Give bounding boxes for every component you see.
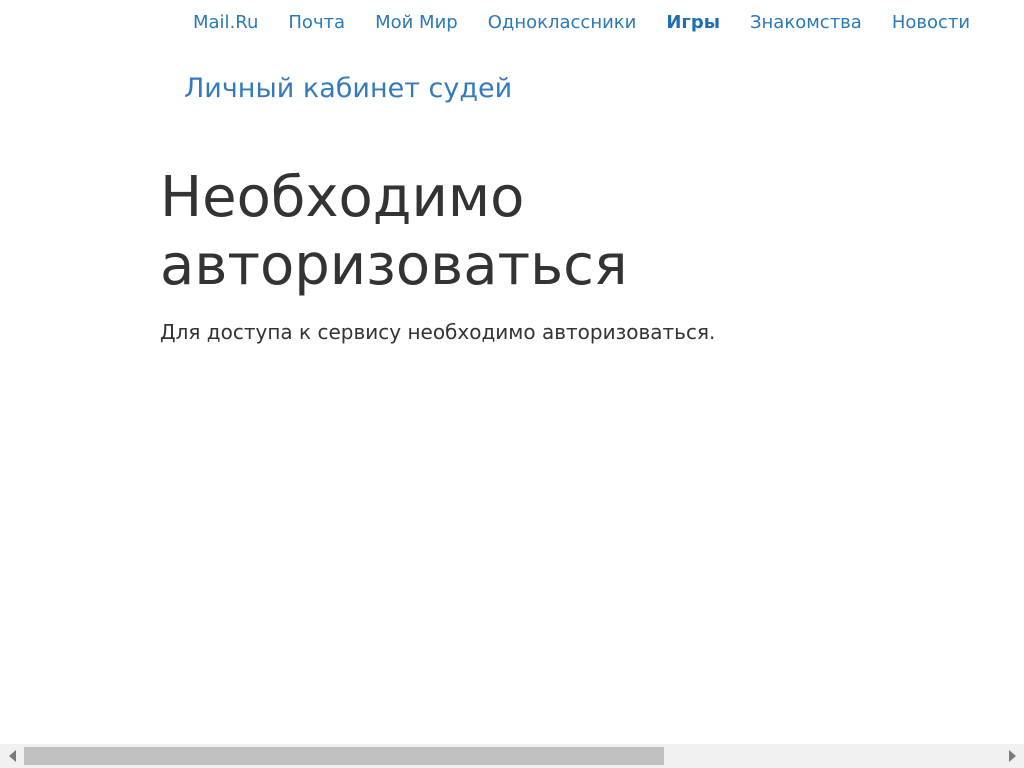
horizontal-scrollbar[interactable] (0, 744, 1024, 768)
auth-message: Для доступа к сервису необходимо авториз… (160, 320, 716, 344)
scrollbar-thumb[interactable] (24, 747, 664, 765)
nav-link-znakomstva[interactable]: Знакомства (750, 11, 862, 35)
page: Mail.Ru Почта Мой Мир Одноклассники Игры… (0, 0, 1024, 768)
page-title: Необходимо авторизоваться (160, 165, 628, 298)
nav-link-odnoklassniki[interactable]: Одноклассники (488, 11, 637, 35)
nav-link-novosti[interactable]: Новости (892, 11, 970, 35)
arrow-right-icon (1008, 750, 1016, 762)
scroll-left-button[interactable] (0, 744, 24, 768)
nav-link-moy-mir[interactable]: Мой Мир (375, 11, 458, 35)
nav-link-igry[interactable]: Игры (666, 11, 720, 35)
arrow-left-icon (8, 750, 16, 762)
portal-nav: Mail.Ru Почта Мой Мир Одноклассники Игры… (193, 11, 970, 35)
brand-link[interactable]: Личный кабинет судей (184, 72, 512, 106)
nav-link-pochta[interactable]: Почта (288, 11, 345, 35)
scroll-right-button[interactable] (1000, 744, 1024, 768)
nav-link-mailru[interactable]: Mail.Ru (193, 11, 258, 35)
